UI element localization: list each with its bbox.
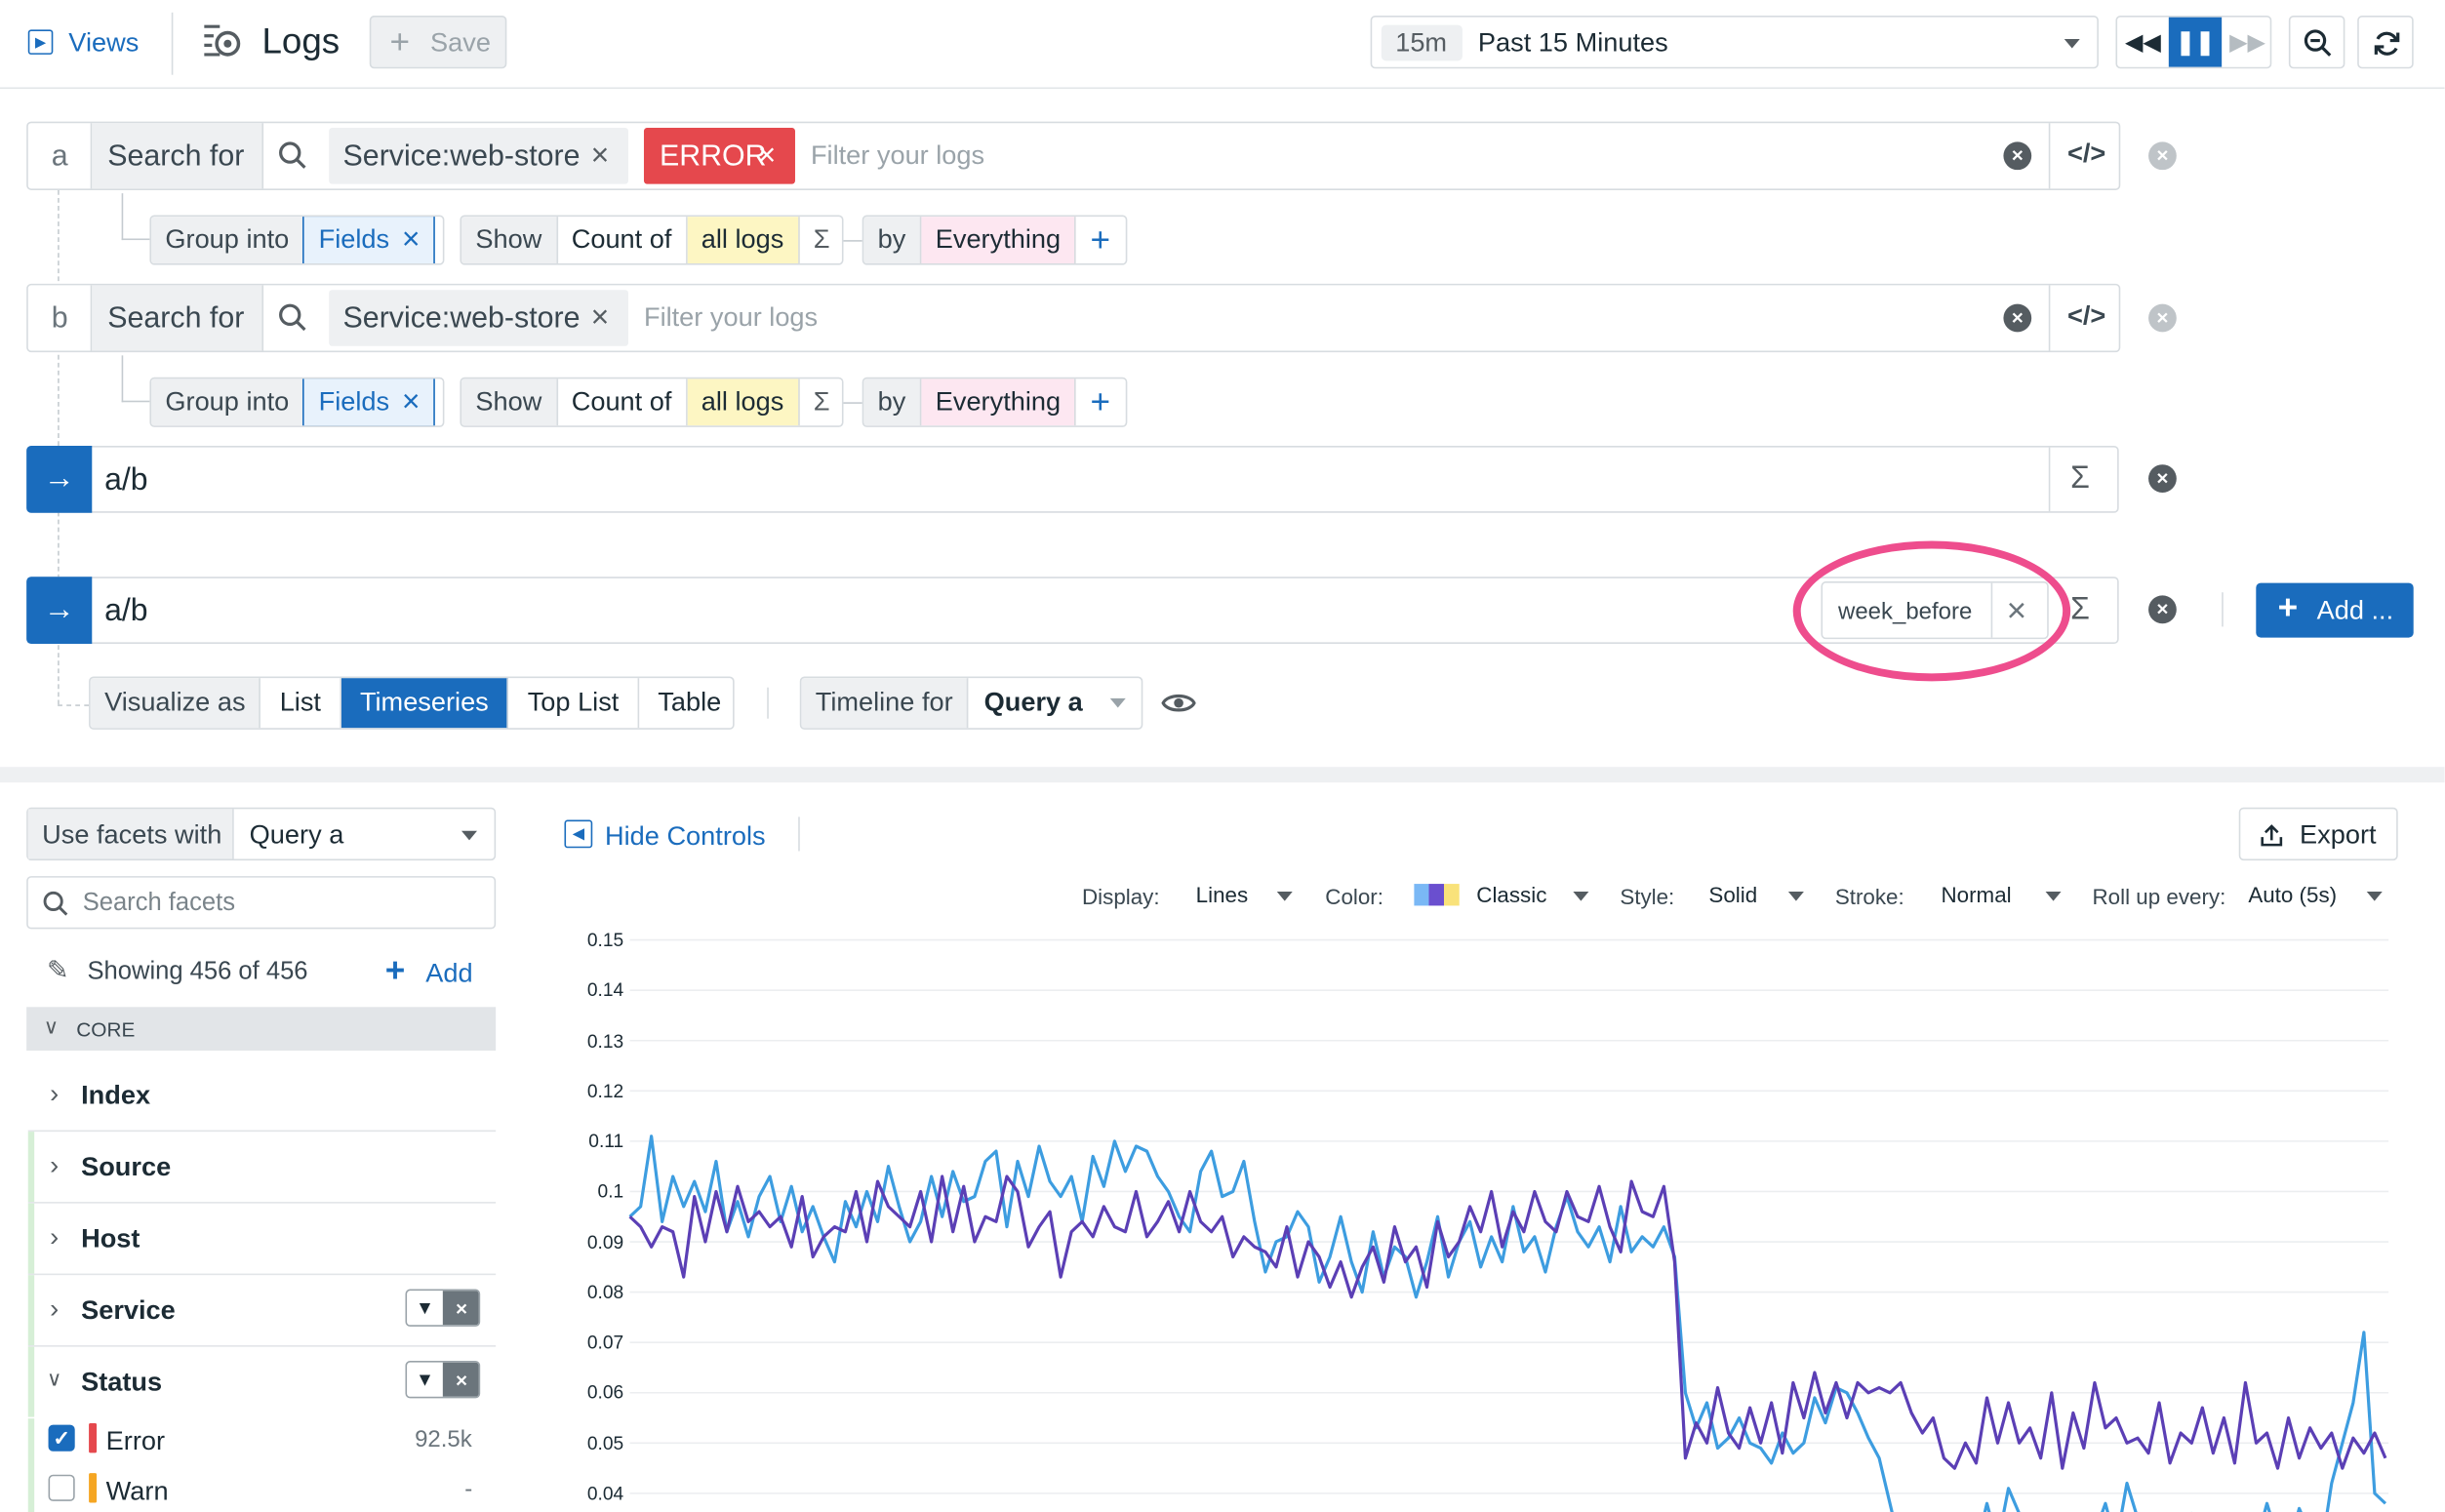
timeseries-chart[interactable] xyxy=(0,0,2445,1512)
series-line-0[interactable] xyxy=(628,1134,2387,1512)
series-line-1[interactable] xyxy=(628,1174,2387,1470)
